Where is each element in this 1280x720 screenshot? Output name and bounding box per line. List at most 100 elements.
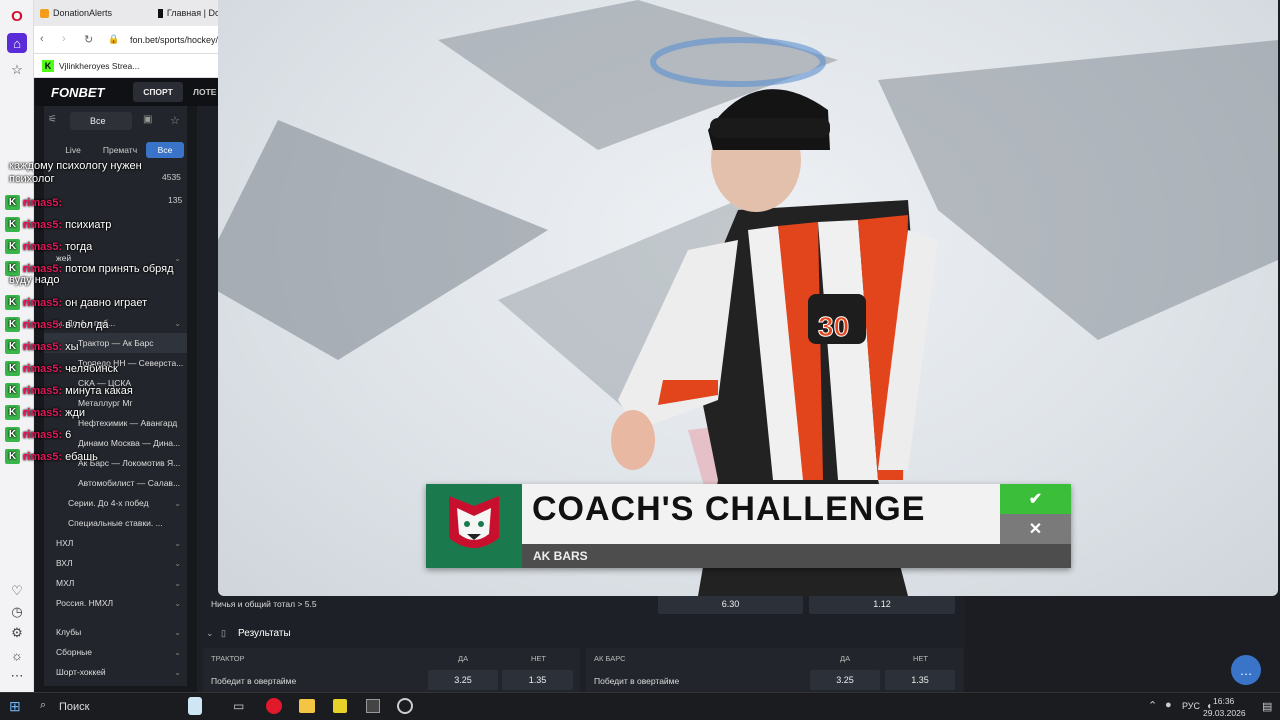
chat-nick: rimas5:	[23, 340, 63, 353]
team-header: ТРАКТОР	[211, 654, 245, 663]
favorite-icon[interactable]: ☆	[170, 114, 180, 127]
sidebar-item-label: Россия. НМХЛ	[56, 598, 114, 608]
chat-support-icon[interactable]: …	[1231, 655, 1261, 685]
market-label: Победит в овертайме	[211, 676, 297, 686]
sidebar-item[interactable]: Специальные ставки. ...	[44, 513, 187, 533]
odd-no[interactable]: 1.12	[809, 594, 955, 614]
kick-badge-icon: K	[5, 195, 20, 210]
mic-icon[interactable]: ●	[1165, 699, 1172, 711]
search-icon[interactable]: ⌕	[40, 699, 46, 712]
settings-icon[interactable]: ⚙	[7, 623, 27, 643]
clock-time[interactable]: 16:36	[1213, 696, 1234, 706]
more-icon[interactable]: ⋯	[7, 666, 27, 686]
x-icon: ✕	[1000, 514, 1071, 544]
chat-text: психолог	[9, 173, 55, 185]
bookmark-icon[interactable]: ▯	[221, 628, 226, 639]
nav-sport[interactable]: СПОРТ	[133, 82, 183, 102]
chat-message: Krimas5: он давно играет	[5, 295, 147, 310]
mode-live[interactable]: Live	[52, 142, 94, 158]
banner-title: COACH'S CHALLENGE	[532, 490, 926, 528]
chevron-down-icon: ⌄	[174, 318, 181, 328]
col-yes: ДА	[840, 654, 851, 663]
sidebar-item[interactable]: МХЛ ⌄	[44, 573, 187, 593]
chevron-down-icon: ⌄	[174, 578, 181, 588]
forward-icon[interactable]: ›	[62, 33, 66, 45]
coach-challenge-banner: COACH'S CHALLENGE AK BARS ✔ ✕	[426, 484, 1071, 568]
kick-badge-icon: K	[5, 239, 20, 254]
sidebar-item[interactable]: НХЛ ⌄	[44, 533, 187, 553]
kick-badge-icon: K	[5, 361, 20, 376]
sidebar-item[interactable]: Серии. До 4-х побед ⌄	[44, 493, 187, 513]
bookmark-item[interactable]: Vjlinkheroyes Strea...	[59, 61, 139, 71]
chat-text: жди	[65, 406, 86, 419]
chat-nick: rimas5:	[23, 262, 63, 275]
chat-text: вуду надо	[9, 274, 60, 286]
sidebar-item[interactable]: Клубы ⌄	[44, 622, 187, 642]
sidebar-item[interactable]: Россия. НМХЛ ⌄	[44, 593, 187, 613]
opera-taskbar-icon[interactable]	[266, 698, 282, 714]
chat-message: Krimas5: челябинск	[5, 361, 118, 376]
bulb-icon[interactable]: ☼	[7, 645, 27, 665]
sidebar-item[interactable]: Шорт-хоккей ⌄	[44, 662, 187, 682]
notification-icon[interactable]: ▤	[1262, 700, 1272, 713]
language-indicator[interactable]: РУС	[1182, 701, 1200, 711]
chat-nick: rimas5:	[23, 428, 63, 441]
tab-bar: DonationAlerts Главная | Do	[34, 0, 224, 26]
widget-icon[interactable]	[188, 697, 202, 715]
nav-lottery[interactable]: ЛОТЕ	[193, 87, 216, 97]
url-field[interactable]: fon.bet/sports/hockey/	[130, 35, 218, 45]
history-icon[interactable]: ◷	[7, 602, 27, 622]
odd-yes[interactable]: 6.30	[658, 594, 803, 614]
taskbar-search[interactable]: Поиск	[59, 701, 89, 713]
tab-main[interactable]: Главная | Do	[158, 4, 220, 22]
odd-yes[interactable]: 3.25	[810, 670, 880, 690]
odd-yes[interactable]: 3.25	[428, 670, 498, 690]
chat-text: ебашь	[65, 450, 98, 463]
app2-icon[interactable]	[366, 699, 380, 713]
fonbet-logo[interactable]: FONBET	[51, 85, 104, 100]
collapse-icon[interactable]: ⌄	[206, 628, 214, 639]
count-all: 4535	[162, 172, 181, 182]
kick-badge-icon: K	[5, 405, 20, 420]
total-row-label: Ничья и общий тотал > 5.5	[211, 599, 317, 609]
mode-prematch[interactable]: Прематч	[96, 142, 144, 158]
team-header: АК БАРС	[594, 654, 626, 663]
odd-no[interactable]: 1.35	[502, 670, 573, 690]
back-icon[interactable]: ‹	[40, 33, 44, 45]
video-player[interactable]: 30 COACH'S CHALLENGE AK BARS ✔ ✕	[218, 0, 1278, 596]
task-view-icon[interactable]: ▭	[233, 699, 244, 713]
period-filter[interactable]: Все	[70, 112, 132, 130]
heart-icon[interactable]: ♡	[7, 581, 27, 601]
filter-settings-icon[interactable]: ⚟	[48, 114, 57, 125]
sidebar-item-label: НХЛ	[56, 538, 74, 548]
leopard-icon	[449, 496, 499, 548]
chevron-down-icon: ⌄	[174, 558, 181, 568]
opera-logo-icon[interactable]: O	[7, 6, 27, 26]
kick-badge-icon: K	[5, 339, 20, 354]
windows-start-icon[interactable]: ⊞	[9, 698, 21, 715]
tab-donationalerts[interactable]: DonationAlerts	[40, 4, 150, 22]
chat-message: Krimas5: ебашь	[5, 449, 98, 464]
sidebar-item[interactable]: Сборные ⌄	[44, 642, 187, 662]
obs-icon[interactable]	[397, 698, 413, 714]
reload-icon[interactable]: ↻	[84, 33, 93, 46]
mode-all[interactable]: Все	[146, 142, 184, 158]
odd-no[interactable]: 1.35	[885, 670, 955, 690]
home-icon[interactable]: ⌂	[7, 33, 27, 53]
chat-text: он давно играет	[65, 296, 148, 309]
chat-nick: rimas5:	[23, 450, 63, 463]
explorer-icon[interactable]	[299, 699, 315, 713]
chat-text: каждому психологу нужен	[9, 160, 142, 172]
market-label: Победит в овертайме	[594, 676, 680, 686]
sidebar-item-label: Сборные	[56, 647, 92, 657]
sidebar-item[interactable]: Автомобилист — Салав...	[44, 473, 187, 493]
wifi-icon[interactable]: ⌃	[1148, 699, 1157, 712]
app-icon[interactable]	[333, 699, 347, 713]
market-table-right: АК БАРС ДА НЕТ Победит в овертайме 3.25 …	[586, 648, 963, 692]
video-icon[interactable]: ▣	[143, 114, 152, 125]
sidebar-item[interactable]: ВХЛ ⌄	[44, 553, 187, 573]
clock-date[interactable]: 29.03.2026	[1203, 708, 1246, 718]
ak-bars-logo	[426, 484, 522, 568]
star-icon[interactable]: ☆	[7, 60, 27, 80]
chat-message: психолог	[9, 173, 55, 185]
